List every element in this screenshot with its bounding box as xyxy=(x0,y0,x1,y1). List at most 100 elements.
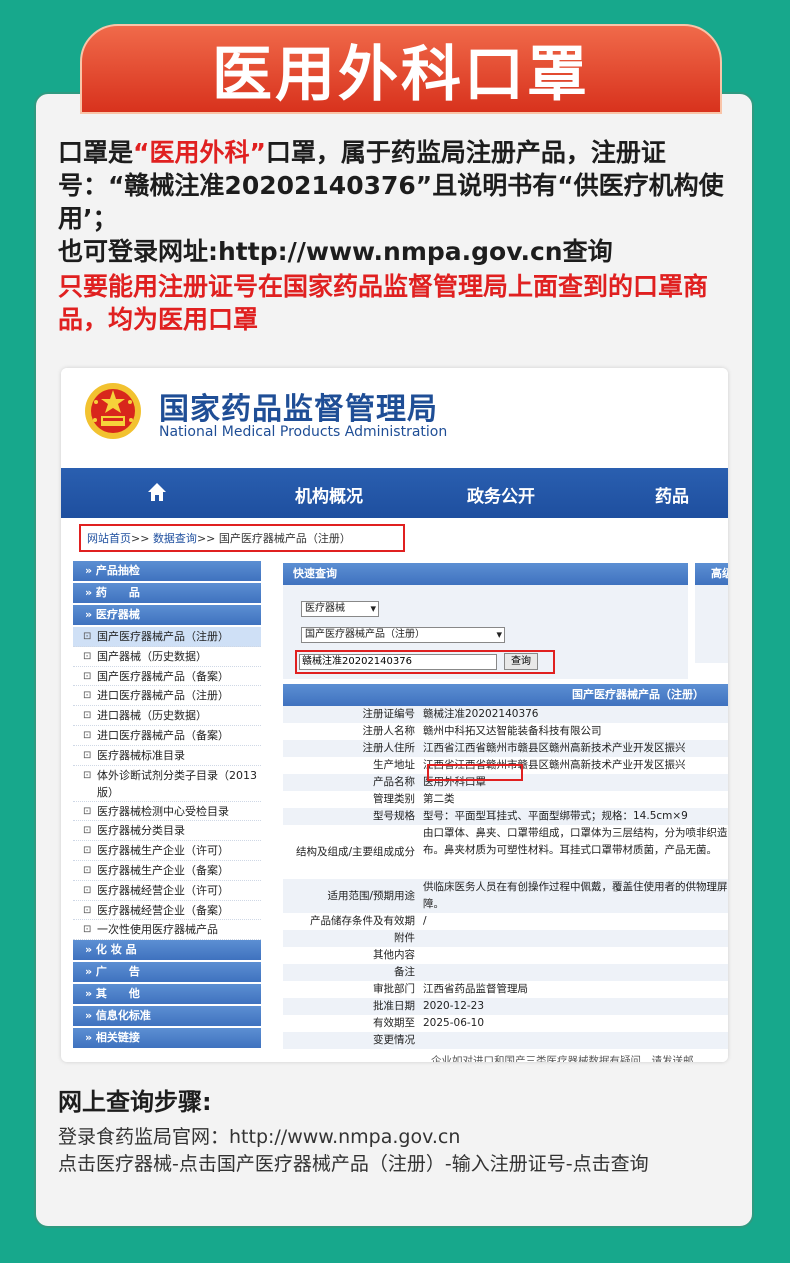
row-value: 型号：平面型耳挂式、平面型绑带式；规格：14.5cm×9 xyxy=(423,810,688,822)
breadcrumb-sep: >> xyxy=(196,531,216,545)
table-row: 注册人名称 赣州中科拓又达智能装备科技有限公司 xyxy=(283,723,728,740)
product-name-highlight xyxy=(427,764,523,781)
table-row: 附件 xyxy=(283,930,728,947)
search-button[interactable]: 查询 xyxy=(504,653,538,670)
row-value: / xyxy=(423,915,427,927)
row-label: 结构及组成/主要组成成分 xyxy=(295,845,415,858)
site-name-cn: 国家药品监督管理局 xyxy=(159,392,438,427)
intro-paragraph-1: 口罩是“医用外科”口罩，属于药监局注册产品，注册证号：“赣械注准20202140… xyxy=(58,136,738,235)
row-label: 注册人名称 xyxy=(362,725,416,737)
table-row: 型号规格 型号：平面型耳挂式、平面型绑带式；规格：14.5cm×9 xyxy=(283,808,728,825)
sidebar-item[interactable]: 国产医疗器械产品（备案） xyxy=(73,667,261,687)
row-label: 备注 xyxy=(394,966,415,978)
sidebar-item[interactable]: 进口医疗器械产品（备案） xyxy=(73,726,261,746)
sidebar-section-sampling[interactable]: » 产品抽检 xyxy=(73,561,261,581)
sidebar-item-domestic-registered[interactable]: 国产医疗器械产品（注册） xyxy=(73,627,261,647)
breadcrumb-sep: >> xyxy=(131,531,150,545)
sidebar-section-drugs[interactable]: » 药 品 xyxy=(73,583,261,603)
steps-text: 登录食药监局官网：http://www.nmpa.gov.cn 点击医疗器械-点… xyxy=(58,1124,649,1178)
table-row: 变更情况 xyxy=(283,1032,728,1049)
row-label: 型号规格 xyxy=(373,810,415,822)
row-label: 注册人住所 xyxy=(362,742,416,754)
intro-text: 口罩是“医用外科”口罩，属于药监局注册产品，注册证号：“赣械注准20202140… xyxy=(58,136,738,336)
intro-p1-highlight: “医用外科” xyxy=(133,138,266,167)
table-row: 适用范围/预期用途 供临床医务人员在有创操作过程中佩戴，覆盖住使用者的供物理屏障。 xyxy=(283,879,728,913)
table-row: 批准日期 2020-12-23 xyxy=(283,998,728,1015)
row-label: 变更情况 xyxy=(373,1034,415,1046)
national-emblem-icon xyxy=(85,383,141,439)
sidebar-item[interactable]: 医疗器械生产企业（许可） xyxy=(73,841,261,861)
search-input[interactable]: 赣械注准20202140376 xyxy=(299,654,497,670)
sidebar-item[interactable]: 体外诊断试剂分类子目录（2013版） xyxy=(73,766,261,802)
result-title: 国产医疗器械产品（注册） xyxy=(283,684,728,706)
table-row: 注册证编号 赣械注准20202140376 xyxy=(283,706,728,723)
intro-p1-start: 口罩是 xyxy=(58,138,134,167)
sidebar-item[interactable]: 国产器械（历史数据） xyxy=(73,647,261,667)
table-row: 备注 xyxy=(283,964,728,981)
row-value: 由口罩体、鼻夹、口罩带组成，口罩体为三层结构，分为喷非织造布。鼻夹材质为可塑性材… xyxy=(423,827,728,856)
advanced-search-panel: 高级 xyxy=(695,563,728,663)
sidebar-item[interactable]: 一次性使用医疗器械产品 xyxy=(73,920,261,941)
sidebar-section-other[interactable]: » 其 他 xyxy=(73,984,261,1005)
row-value: 赣械注准20202140376 xyxy=(423,708,539,720)
nav-item-overview[interactable]: 机构概况 xyxy=(295,482,363,507)
row-value: 赣州中科拓又达智能装备科技有限公司 xyxy=(423,725,602,737)
steps-line-1: 登录食药监局官网：http://www.nmpa.gov.cn xyxy=(58,1126,461,1148)
home-icon[interactable] xyxy=(147,482,167,502)
quick-search-title: 快速查询 xyxy=(283,563,688,585)
main-nav: 机构概况 政务公开 药品 xyxy=(61,468,728,518)
sidebar-item[interactable]: 进口医疗器械产品（注册） xyxy=(73,686,261,707)
sidebar-section-devices[interactable]: » 医疗器械 xyxy=(73,605,261,625)
result-rows: 注册证编号 赣械注准20202140376 注册人名称 赣州中科拓又达智能装备科技有限… xyxy=(283,706,728,1062)
category-select[interactable]: 医疗器械 xyxy=(301,601,379,617)
sidebar-item[interactable]: 医疗器械生产企业（备案） xyxy=(73,861,261,881)
sidebar-section-it-standards[interactable]: » 信息化标准 xyxy=(73,1006,261,1027)
table-row: 其他内容 xyxy=(283,947,728,964)
sidebar-item[interactable]: 医疗器械检测中心受检目录 xyxy=(73,802,261,822)
breadcrumb-current: 国产医疗器械产品（注册） xyxy=(218,532,351,545)
steps-line-2: 点击医疗器械-点击国产医疗器械产品（注册）-输入注册证号-点击查询 xyxy=(58,1153,649,1175)
row-label: 审批部门 xyxy=(373,983,415,995)
database-select[interactable]: 国产医疗器械产品（注册） xyxy=(301,627,505,643)
table-row: 产品储存条件及有效期 / xyxy=(283,913,728,930)
site-header: 国家药品监督管理局 National Medical Products Admi… xyxy=(61,368,728,468)
table-row: 有效期至 2025-06-10 xyxy=(283,1015,728,1032)
row-label: 管理类别 xyxy=(373,793,415,805)
table-row: 管理类别 第二类 xyxy=(283,791,728,808)
page-title: 医用外科口罩 xyxy=(212,39,590,110)
row-value: 第二类 xyxy=(423,793,455,805)
breadcrumb-home[interactable]: 网站首页 xyxy=(87,530,131,546)
sidebar-section-ads[interactable]: » 广 告 xyxy=(73,962,261,983)
sidebar-item[interactable]: 医疗器械标准目录 xyxy=(73,746,261,766)
row-value: 2020-12-23 xyxy=(423,1000,485,1012)
steps-title: 网上查询步骤: xyxy=(58,1088,212,1116)
row-label: 产品储存条件及有效期 xyxy=(310,915,415,927)
nmpa-screenshot: 国家药品监督管理局 National Medical Products Admi… xyxy=(61,368,728,1062)
sidebar-item[interactable]: 进口器械（历史数据） xyxy=(73,706,261,726)
nav-item-public-affairs[interactable]: 政务公开 xyxy=(467,482,535,507)
title-banner: 医用外科口罩 xyxy=(80,24,722,114)
sidebar-section-cosmetics[interactable]: » 化 妆 品 xyxy=(73,940,261,961)
row-value: 2025-06-10 xyxy=(423,1017,485,1029)
row-label: 适用范围/预期用途 xyxy=(327,889,415,902)
site-name-en: National Medical Products Administration xyxy=(159,424,448,440)
row-label: 其他内容 xyxy=(373,949,415,961)
row-label: 批准日期 xyxy=(373,1000,415,1012)
row-label: 注册证编号 xyxy=(362,708,416,720)
row-value: 供临床医务人员在有创操作过程中佩戴，覆盖住使用者的供物理屏障。 xyxy=(423,881,728,910)
result-table: 国产医疗器械产品（注册） 注册证编号 赣械注准20202140376 注册人名称 赣州… xyxy=(283,684,728,1062)
row-label: 附件 xyxy=(394,932,415,944)
nav-item-drugs[interactable]: 药品 xyxy=(655,482,689,507)
breadcrumb: 网站首页 >> 数据查询 >> 国产医疗器械产品（注册） xyxy=(79,524,405,552)
footer-note: 企业如对进口和国产三类医疗器械数据有疑问，请发送邮 xyxy=(431,1055,694,1062)
advanced-search-title: 高级 xyxy=(695,563,728,585)
sidebar-item[interactable]: 医疗器械经营企业（备案） xyxy=(73,901,261,921)
sidebar-item[interactable]: 医疗器械经营企业（许可） xyxy=(73,881,261,901)
sidebar-section-links[interactable]: » 相关链接 xyxy=(73,1028,261,1049)
row-value: 江西省江西省赣州市赣县区赣州高新技术产业开发区振兴 xyxy=(423,742,686,754)
sidebar-item[interactable]: 医疗器械分类目录 xyxy=(73,821,261,842)
table-row: 审批部门 江西省药品监督管理局 xyxy=(283,981,728,998)
row-label: 有效期至 xyxy=(373,1017,415,1029)
table-row: 注册人住所 江西省江西省赣州市赣县区赣州高新技术产业开发区振兴 xyxy=(283,740,728,757)
breadcrumb-query[interactable]: 数据查询 xyxy=(153,530,197,546)
